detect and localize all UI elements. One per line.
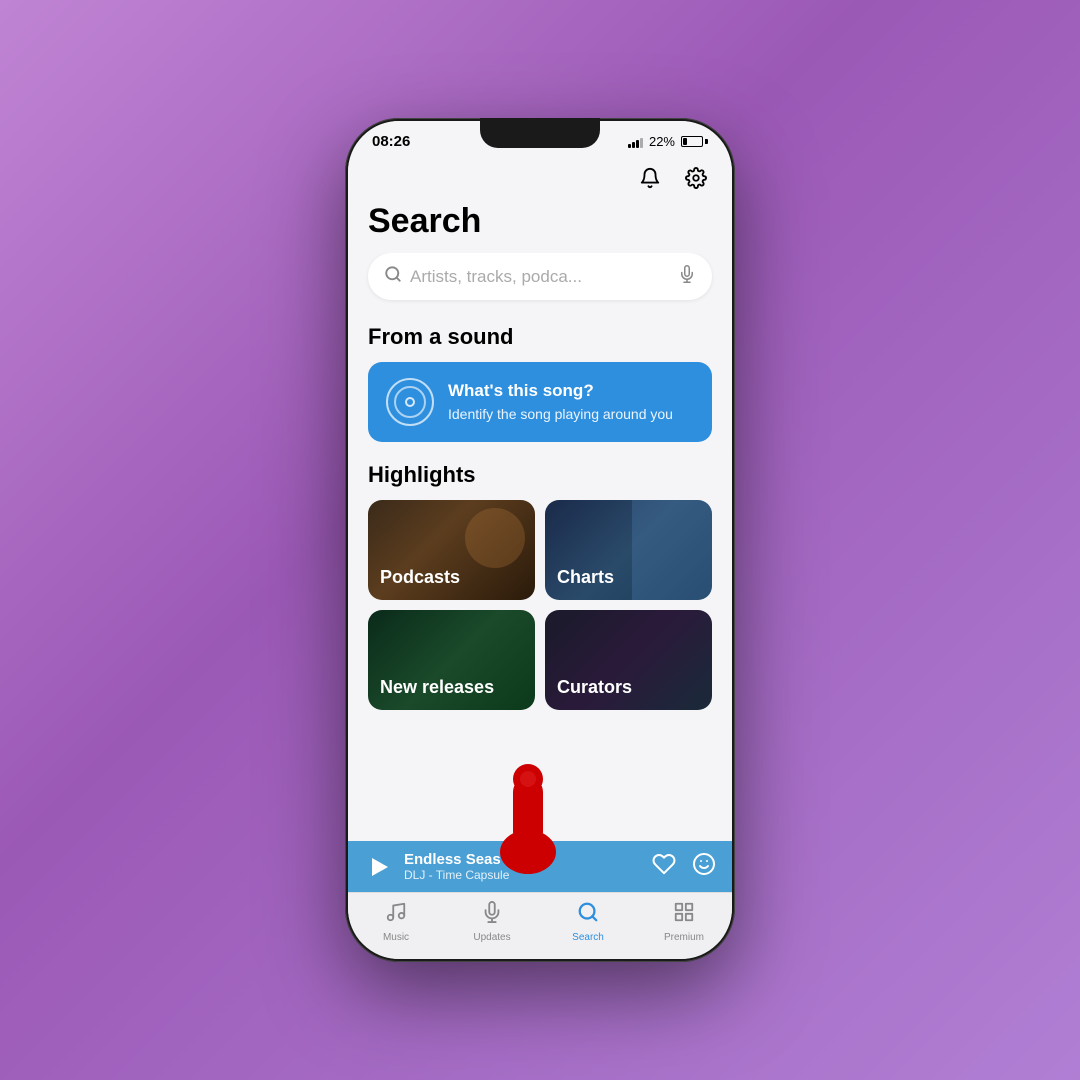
sound-card-title: What's this song?: [448, 381, 673, 401]
whats-this-song-card[interactable]: What's this song? Identify the song play…: [368, 362, 712, 442]
header-icons: [634, 162, 712, 194]
sound-identify-icon: [386, 378, 434, 426]
play-button[interactable]: [364, 853, 392, 881]
charts-label: Charts: [557, 567, 614, 588]
tab-premium[interactable]: Premium: [654, 901, 714, 943]
search-tab-icon: [577, 901, 599, 929]
track-info: Endless Seas DLJ - Time Capsule: [404, 851, 640, 882]
charts-decoration: [632, 500, 712, 600]
premium-tab-label: Premium: [664, 932, 704, 943]
track-subtitle: DLJ - Time Capsule: [404, 868, 640, 882]
tab-music[interactable]: Music: [366, 901, 426, 943]
now-playing-actions: [652, 852, 716, 882]
music-tab-label: Music: [383, 932, 409, 943]
updates-tab-icon: [481, 901, 503, 929]
notch: [480, 118, 600, 148]
status-right: 22%: [628, 134, 708, 149]
sound-card-text: What's this song? Identify the song play…: [448, 381, 673, 423]
curators-label: Curators: [557, 677, 632, 698]
from-sound-section: From a sound What's this song? Identify …: [348, 316, 732, 454]
search-placeholder: Artists, tracks, podca...: [410, 267, 670, 287]
now-playing-bar: Endless Seas DLJ - Time Capsule: [348, 841, 732, 892]
status-time: 08:26: [372, 133, 410, 150]
new-releases-card[interactable]: New releases: [368, 610, 535, 710]
highlights-title: Highlights: [368, 462, 712, 488]
music-tab-icon: [385, 901, 407, 929]
new-releases-label: New releases: [380, 677, 494, 698]
settings-button[interactable]: [680, 162, 712, 194]
bell-button[interactable]: [634, 162, 666, 194]
search-bar-container: Artists, tracks, podca...: [348, 253, 732, 316]
tab-search[interactable]: Search: [558, 901, 618, 943]
battery-icon: [681, 136, 708, 147]
podcasts-card[interactable]: Podcasts: [368, 500, 535, 600]
mic-icon[interactable]: [678, 265, 696, 288]
phone-frame: 08:26 22%: [345, 118, 735, 962]
search-tab-label: Search: [572, 932, 604, 943]
track-title: Endless Seas: [404, 851, 640, 868]
battery-percentage: 22%: [649, 134, 675, 149]
play-icon: [372, 858, 388, 876]
curators-card[interactable]: Curators: [545, 610, 712, 710]
search-bar[interactable]: Artists, tracks, podca...: [368, 253, 712, 300]
highlights-grid: Podcasts Charts New releases Curators: [368, 500, 712, 710]
like-button[interactable]: [652, 852, 676, 882]
sound-card-subtitle: Identify the song playing around you: [448, 405, 673, 423]
signal-icon: [628, 136, 643, 148]
search-icon: [384, 265, 402, 288]
podcasts-decoration: [465, 508, 525, 568]
tab-updates[interactable]: Updates: [462, 901, 522, 943]
podcasts-label: Podcasts: [380, 567, 460, 588]
highlights-section: Highlights Podcasts Charts New releases: [348, 454, 732, 722]
dislike-button[interactable]: [692, 852, 716, 882]
header: [348, 154, 732, 198]
charts-card[interactable]: Charts: [545, 500, 712, 600]
updates-tab-label: Updates: [473, 932, 510, 943]
premium-tab-icon: [673, 901, 695, 929]
page-title: Search: [348, 198, 732, 253]
tab-bar: Music Updates: [348, 892, 732, 959]
screen-content: Artists, tracks, podca... From a sound: [348, 253, 732, 841]
phone-screen: 08:26 22%: [348, 121, 732, 959]
from-sound-title: From a sound: [368, 324, 712, 350]
